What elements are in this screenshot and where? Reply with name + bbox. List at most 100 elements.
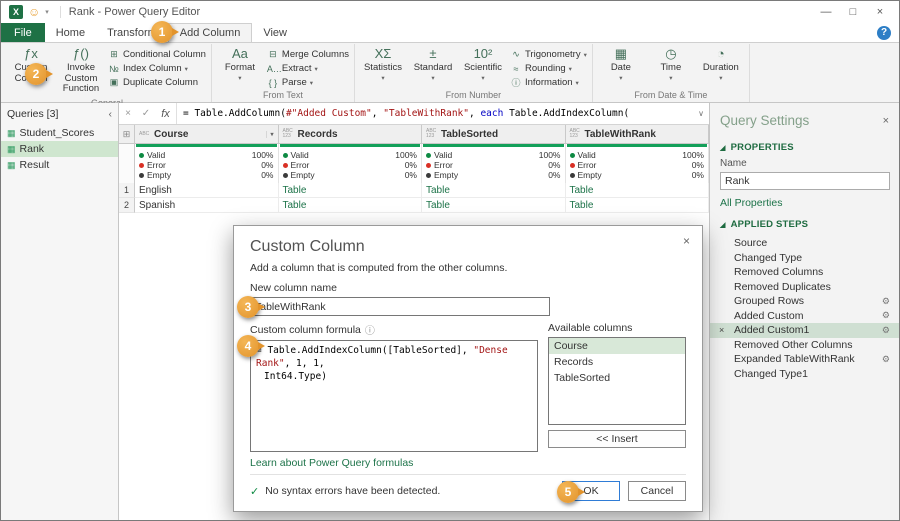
- feedback-dropdown-icon[interactable]: ▾: [45, 8, 49, 16]
- valid-label: Valid: [291, 150, 309, 160]
- duration-button[interactable]: ◔ Duration ▾: [696, 44, 746, 86]
- learn-formulas-link[interactable]: Learn about Power Query formulas: [250, 457, 686, 469]
- maximize-button[interactable]: □: [842, 6, 864, 18]
- step-removed-columns[interactable]: Removed Columns: [710, 265, 899, 280]
- step-added-custom[interactable]: Added Custom ⚙: [710, 309, 899, 324]
- cell-records-table-link[interactable]: Table: [279, 198, 423, 213]
- step-removed-duplicates[interactable]: Removed Duplicates: [710, 280, 899, 295]
- custom-column-dialog: × Custom Column Add a column that is com…: [233, 225, 703, 512]
- formula-input[interactable]: = Table.AddColumn(#"Added Custom", "Tabl…: [177, 108, 693, 119]
- duplicate-column-button[interactable]: ▣ Duplicate Column: [106, 76, 208, 89]
- new-column-name-field[interactable]: [250, 297, 550, 316]
- empty-percent: 0%: [692, 170, 704, 180]
- step-label: Added Custom: [734, 310, 803, 322]
- formula-editor[interactable]: = Table.AddIndexColumn([TableSorted], "D…: [250, 340, 538, 452]
- select-all-corner[interactable]: ⊞: [119, 125, 135, 144]
- date-button[interactable]: ▦ Date ▾: [596, 44, 646, 86]
- query-name-field[interactable]: [720, 172, 890, 190]
- cancel-button[interactable]: Cancel: [628, 481, 686, 501]
- cell-tablewithrank-table-link[interactable]: Table: [566, 183, 710, 198]
- index-column-button[interactable]: № Index Column ▾: [106, 62, 208, 75]
- table-row: 1 English Table Table Table: [119, 183, 709, 198]
- formula-commit-icon[interactable]: ✓: [137, 108, 155, 119]
- column-header-tablewithrank[interactable]: ABC 123 TableWithRank: [566, 125, 710, 144]
- tab-home[interactable]: Home: [45, 23, 96, 42]
- step-grouped-rows[interactable]: Grouped Rows⚙: [710, 294, 899, 309]
- conditional-column-button[interactable]: ⊞ Conditional Column: [106, 48, 208, 61]
- cell-tablesorted-table-link[interactable]: Table: [422, 183, 566, 198]
- chevron-down-icon: ▾: [569, 65, 572, 73]
- format-button[interactable]: Aa Format ▾: [215, 44, 265, 86]
- gear-icon[interactable]: ⚙: [878, 325, 890, 336]
- merge-columns-button[interactable]: ⊟ Merge Columns: [265, 48, 351, 61]
- collapse-pane-icon[interactable]: ‹: [109, 108, 113, 120]
- rounding-button[interactable]: ≈ Rounding ▾: [508, 62, 589, 75]
- chevron-down-icon: ▾: [310, 79, 313, 87]
- applied-steps-section-header[interactable]: ◢ APPLIED STEPS: [710, 211, 899, 233]
- gear-icon[interactable]: ⚙: [878, 310, 890, 321]
- column-header-records[interactable]: ABC 123 Records: [279, 125, 423, 144]
- insert-button[interactable]: << Insert: [548, 430, 686, 448]
- cell-tablesorted-table-link[interactable]: Table: [422, 198, 566, 213]
- cell-course[interactable]: English: [135, 183, 279, 198]
- available-column-records[interactable]: Records: [549, 354, 685, 370]
- statistics-icon: XΣ: [375, 46, 392, 63]
- standard-button[interactable]: ± Standard ▾: [408, 44, 458, 86]
- tab-file[interactable]: File: [1, 23, 45, 42]
- step-source[interactable]: Source: [710, 236, 899, 251]
- error-percent: 0%: [261, 160, 273, 170]
- error-label: Error: [434, 160, 453, 170]
- all-properties-link[interactable]: All Properties: [710, 190, 899, 211]
- column-header-course[interactable]: ABC Course ▾: [135, 125, 279, 144]
- extract-button[interactable]: A… Extract ▾: [265, 62, 351, 75]
- row-number[interactable]: 2: [119, 198, 135, 213]
- filter-icon[interactable]: ▾: [266, 131, 273, 138]
- properties-section-header[interactable]: ◢ PROPERTIES: [710, 134, 899, 156]
- cell-course[interactable]: Spanish: [135, 198, 279, 213]
- time-button[interactable]: ◷ Time ▾: [646, 44, 696, 86]
- information-button[interactable]: ⓘ Information ▾: [508, 76, 589, 89]
- help-icon[interactable]: ?: [877, 26, 891, 40]
- feedback-smiley-icon[interactable]: ☺: [28, 6, 40, 18]
- custom-column-icon: ƒx: [24, 46, 38, 63]
- info-icon[interactable]: ⓘ: [365, 322, 375, 337]
- close-button[interactable]: ×: [869, 6, 891, 18]
- row-number[interactable]: 1: [119, 183, 135, 198]
- delete-step-icon[interactable]: ×: [719, 323, 724, 338]
- cell-records-table-link[interactable]: Table: [279, 183, 423, 198]
- scientific-button[interactable]: 10² Scientific ▾: [458, 44, 508, 86]
- step-expanded-tablewithrank[interactable]: Expanded TableWithRank⚙: [710, 352, 899, 367]
- formula-text: = Table.AddColumn(: [183, 108, 286, 119]
- minimize-button[interactable]: —: [815, 6, 837, 18]
- tab-view[interactable]: View: [252, 23, 298, 42]
- query-item-student-scores[interactable]: ▦ Student_Scores: [1, 125, 118, 141]
- cell-tablewithrank-table-link[interactable]: Table: [566, 198, 710, 213]
- any-type-icon: ABC 123: [426, 129, 438, 139]
- invoke-custom-function-button[interactable]: ƒ() Invoke Custom Function: [56, 44, 106, 97]
- statistics-button[interactable]: XΣ Statistics ▾: [358, 44, 408, 86]
- close-panel-icon[interactable]: ×: [883, 115, 889, 127]
- chevron-down-icon: ▾: [314, 65, 317, 73]
- available-column-course[interactable]: Course: [549, 338, 685, 354]
- text-type-icon: ABC: [139, 132, 151, 137]
- gear-icon[interactable]: ⚙: [878, 354, 890, 365]
- step-removed-other-columns[interactable]: Removed Other Columns: [710, 338, 899, 353]
- formula-expand-icon[interactable]: ∨: [693, 109, 709, 118]
- callout-1: 1: [151, 21, 173, 43]
- formula-cancel-icon[interactable]: ×: [119, 108, 137, 119]
- query-item-result[interactable]: ▦ Result: [1, 157, 118, 173]
- step-changed-type1[interactable]: Changed Type1: [710, 367, 899, 382]
- available-column-tablesorted[interactable]: TableSorted: [549, 370, 685, 386]
- trigonometry-button[interactable]: ∿ Trigonometry ▾: [508, 48, 589, 61]
- column-header-tablesorted[interactable]: ABC 123 TableSorted: [422, 125, 566, 144]
- dialog-close-icon[interactable]: ×: [683, 234, 690, 248]
- tab-add-column[interactable]: Add Column: [168, 23, 253, 42]
- step-added-custom1[interactable]: ×Added Custom1⚙: [710, 323, 899, 338]
- chevron-down-icon: ▾: [619, 74, 622, 85]
- index-column-icon: №: [108, 64, 120, 74]
- step-changed-type[interactable]: Changed Type: [710, 251, 899, 266]
- query-item-rank[interactable]: ▦ Rank: [1, 141, 118, 157]
- error-dot-icon: [139, 163, 144, 168]
- gear-icon[interactable]: ⚙: [878, 296, 890, 307]
- parse-button[interactable]: { } Parse ▾: [265, 76, 351, 89]
